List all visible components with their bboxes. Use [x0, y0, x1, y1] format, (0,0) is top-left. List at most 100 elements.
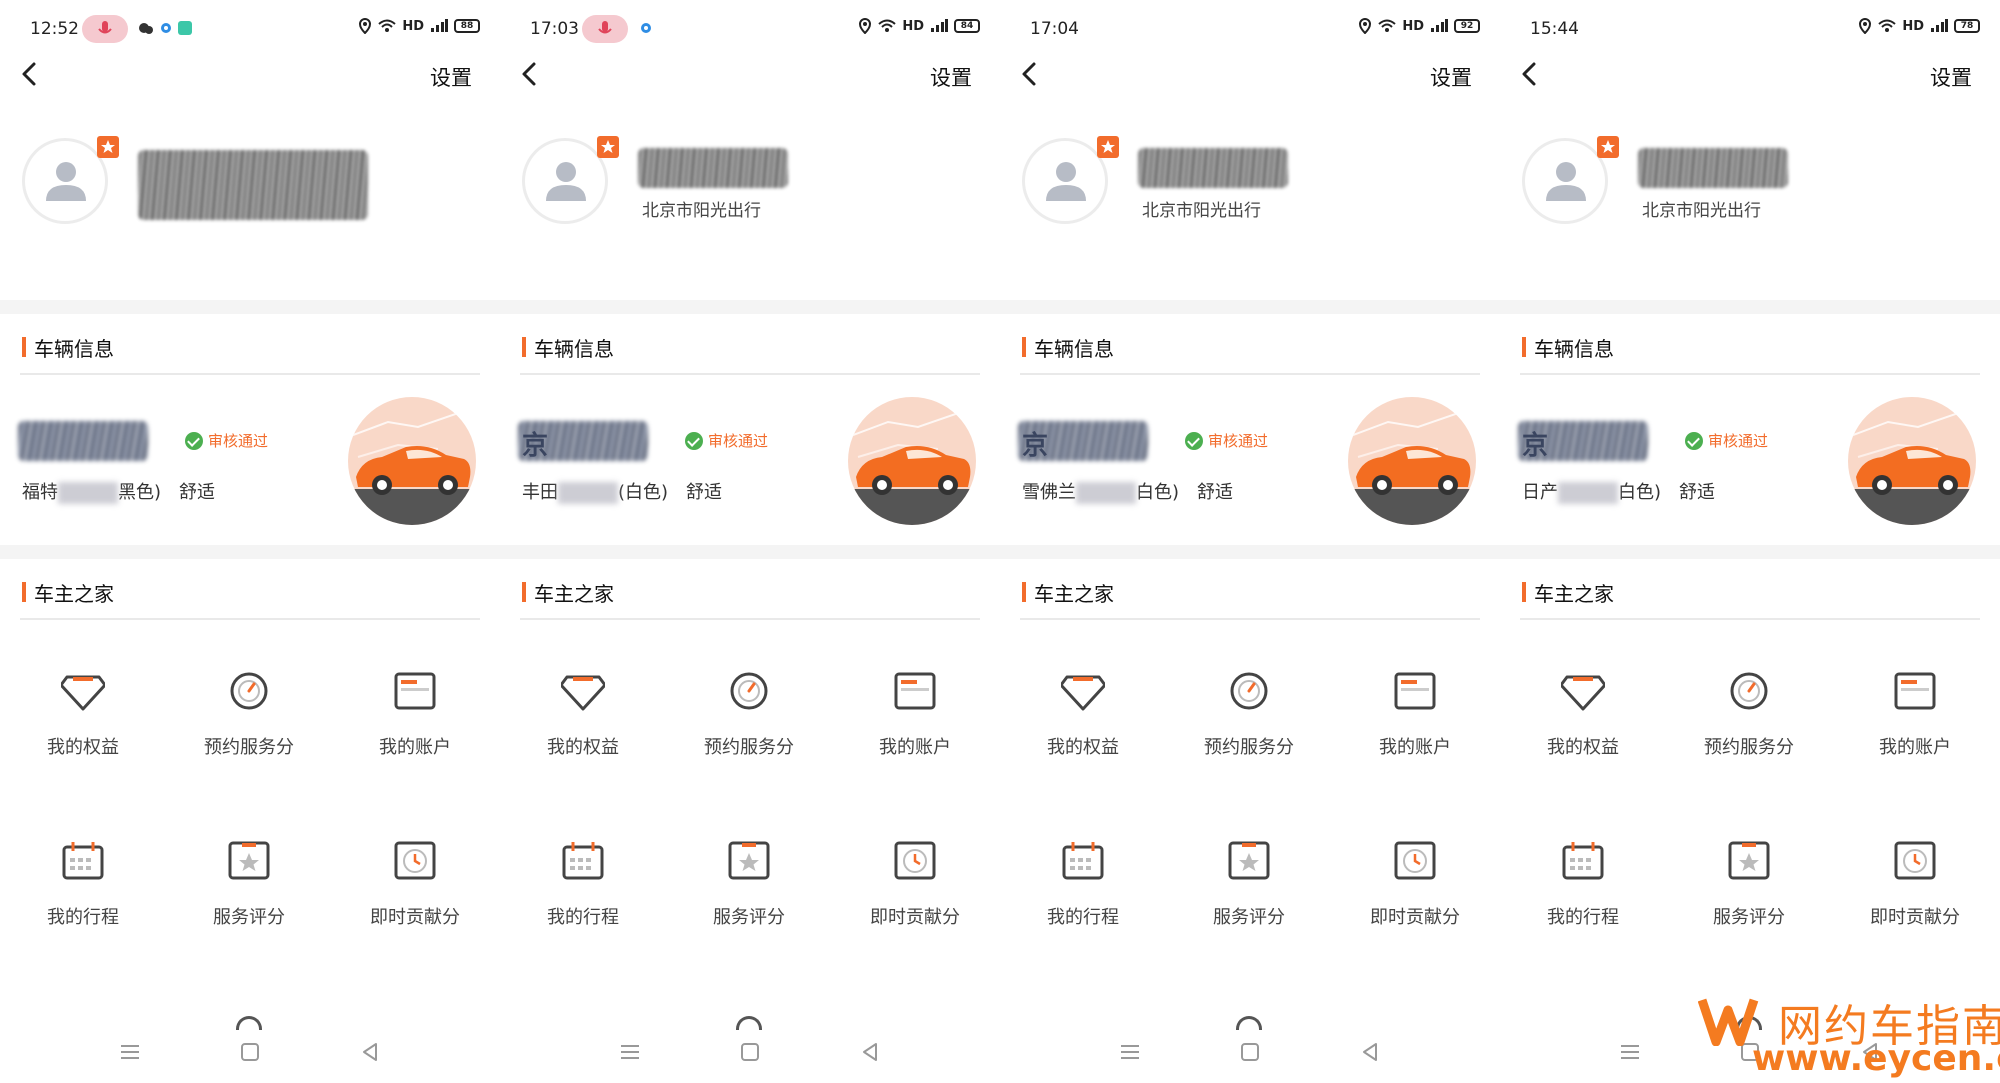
- car-icon: [348, 397, 476, 525]
- home-section-title: 车主之家: [1034, 582, 1114, 606]
- car-icon: [1348, 397, 1476, 525]
- feature-grid: 我的权益 预约服务分 我的账户我的行程 服务评分 即时贡献分: [1000, 625, 1500, 965]
- driver-name-redacted: [1138, 148, 1288, 188]
- location-icon: [1359, 18, 1372, 34]
- section-divider: [1500, 545, 2000, 559]
- feature-diamond[interactable]: 我的权益: [1500, 625, 1666, 775]
- driver-name-redacted: [638, 148, 788, 188]
- nav-home-button[interactable]: [1240, 1042, 1260, 1066]
- feature-calendar[interactable]: 我的行程: [1500, 795, 1666, 945]
- feature-clock[interactable]: 即时贡献分: [1832, 795, 1998, 945]
- settings-button[interactable]: 设置: [1930, 62, 1972, 92]
- feature-calendar[interactable]: 我的行程: [500, 795, 666, 945]
- profile-card: 北京市阳光出行: [1000, 120, 1500, 300]
- nav-back-button[interactable]: [360, 1042, 380, 1066]
- avatar[interactable]: [1022, 138, 1108, 224]
- service-level: 舒适: [1197, 482, 1234, 503]
- speedometer-icon: [730, 672, 768, 710]
- vehicle-card[interactable]: 京 审核通过 日产 白色) 舒适: [1500, 375, 2000, 545]
- feature-wallet-card[interactable]: 我的账户: [1332, 625, 1498, 775]
- feature-label: 即时贡献分: [1870, 907, 1960, 928]
- feature-label: 即时贡献分: [870, 907, 960, 928]
- feature-wallet-card[interactable]: 我的账户: [1832, 625, 1998, 775]
- hd-indicator: HD: [1402, 18, 1424, 34]
- vehicle-section-header: 车辆信息: [500, 317, 1000, 375]
- vehicle-model-redacted: [1558, 482, 1618, 504]
- vehicle-section-title: 车辆信息: [1034, 337, 1114, 361]
- review-status-text: 审核通过: [708, 432, 769, 450]
- back-button[interactable]: [520, 60, 560, 100]
- feature-clock[interactable]: 即时贡献分: [832, 795, 998, 945]
- section-divider: [0, 545, 500, 559]
- nav-menu-button[interactable]: [120, 1044, 140, 1064]
- top-nav-header: 设置: [1000, 60, 1500, 120]
- vehicle-card[interactable]: 京 审核通过 丰田 (白色) 舒适: [500, 375, 1000, 545]
- diamond-icon: [1061, 675, 1105, 711]
- feature-star-card[interactable]: 服务评分: [666, 795, 832, 945]
- watermark-url: www.eycen.com: [1752, 1038, 2000, 1079]
- feature-wallet-card[interactable]: 我的账户: [832, 625, 998, 775]
- license-plate-prefix: 京: [522, 431, 549, 461]
- feature-star-card[interactable]: 服务评分: [1166, 795, 1332, 945]
- review-status-badge: 审核通过: [185, 430, 268, 451]
- nav-menu-button[interactable]: [1120, 1044, 1140, 1064]
- feature-calendar[interactable]: 我的行程: [1000, 795, 1166, 945]
- feature-speedometer[interactable]: 预约服务分: [1166, 625, 1332, 775]
- section-divider: [0, 300, 500, 314]
- nav-back-button[interactable]: [860, 1042, 880, 1066]
- vehicle-card[interactable]: 审核通过福特 黑色) 舒适: [0, 375, 500, 545]
- vehicle-card[interactable]: 京 审核通过 雪佛兰 白色) 舒适: [1000, 375, 1500, 545]
- star-card-icon: [1728, 841, 1770, 880]
- nav-menu-button[interactable]: [620, 1044, 640, 1064]
- star-icon: [601, 140, 615, 153]
- back-button[interactable]: [1020, 60, 1060, 100]
- settings-button[interactable]: 设置: [430, 62, 472, 92]
- menu-icon: [621, 1045, 639, 1059]
- feature-diamond[interactable]: 我的权益: [1000, 625, 1166, 775]
- back-button[interactable]: [1520, 60, 1560, 100]
- feature-speedometer[interactable]: 预约服务分: [666, 625, 832, 775]
- feature-star-card[interactable]: 服务评分: [1666, 795, 1832, 945]
- nav-home-button[interactable]: [240, 1042, 260, 1066]
- feature-calendar[interactable]: 我的行程: [0, 795, 166, 945]
- phone-screen: 15:44 HD 78 设置 北京市阳光出行 车辆信息京 审核通过 日产 白色) 舒适 车主之家 我的…: [1500, 0, 2000, 1083]
- settings-button[interactable]: 设置: [930, 62, 972, 92]
- vehicle-description: 福特 黑色) 舒适: [22, 478, 215, 504]
- signal-icon: [1431, 19, 1448, 32]
- feature-diamond[interactable]: 我的权益: [0, 625, 166, 775]
- vehicle-section-title: 车辆信息: [1534, 337, 1614, 361]
- feature-label: 我的权益: [1047, 737, 1119, 758]
- nav-back-button[interactable]: [1360, 1042, 1380, 1066]
- wifi-icon: [1378, 19, 1396, 32]
- feature-label: 我的权益: [47, 737, 119, 758]
- home-section-title: 车主之家: [34, 582, 114, 606]
- feature-clock[interactable]: 即时贡献分: [332, 795, 498, 945]
- calendar-icon: [1062, 842, 1104, 880]
- wallet-card-icon: [894, 672, 936, 710]
- feature-speedometer[interactable]: 预约服务分: [1666, 625, 1832, 775]
- avatar[interactable]: [1522, 138, 1608, 224]
- back-button[interactable]: [20, 60, 60, 100]
- feature-speedometer[interactable]: 预约服务分: [166, 625, 332, 775]
- feature-star-card[interactable]: 服务评分: [166, 795, 332, 945]
- vehicle-color: 白色): [1618, 482, 1662, 503]
- section-accent-bar: [522, 582, 526, 602]
- phone-screen: 12:52 HD 88 设置 车辆信息 审核通过 福特 黑色) 舒适 车主之家 我的权益 预约服务分我…: [0, 0, 500, 1083]
- feature-diamond[interactable]: 我的权益: [500, 625, 666, 775]
- signal-icon: [1931, 19, 1948, 32]
- microphone-icon: [598, 21, 612, 34]
- avatar[interactable]: [522, 138, 608, 224]
- nav-menu-button[interactable]: [1620, 1044, 1640, 1064]
- star-card-icon: [1228, 841, 1270, 880]
- car-illustration: [1848, 397, 1976, 525]
- feature-wallet-card[interactable]: 我的账户: [332, 625, 498, 775]
- feature-clock[interactable]: 即时贡献分: [1332, 795, 1498, 945]
- settings-button[interactable]: 设置: [1430, 62, 1472, 92]
- wifi-icon: [878, 19, 896, 32]
- user-silhouette-icon: [1546, 162, 1586, 201]
- avatar[interactable]: [22, 138, 108, 224]
- nav-home-button[interactable]: [740, 1042, 760, 1066]
- battery-icon: 78: [1954, 19, 1980, 33]
- status-bar: 17:03 HD 84: [500, 0, 1000, 60]
- battery-icon: 88: [454, 19, 480, 33]
